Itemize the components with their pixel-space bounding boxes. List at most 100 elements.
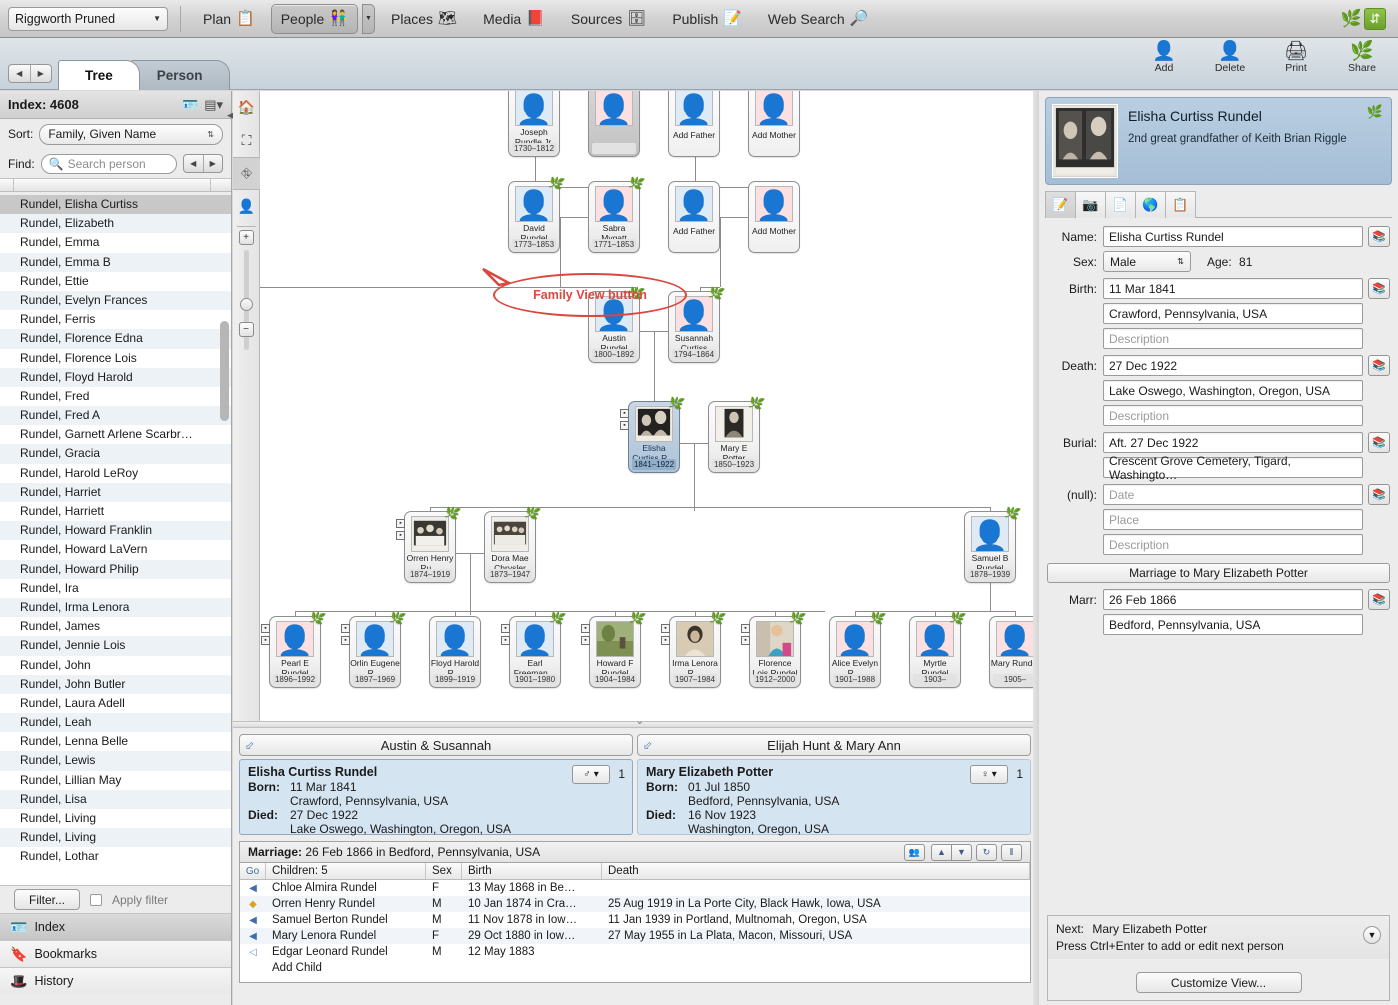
toolbar-people-button[interactable]: People 👫 — [270, 3, 358, 34]
list-item[interactable]: Rundel, John — [0, 656, 231, 675]
leaf-hint-icon[interactable]: 🌿 — [1367, 104, 1383, 120]
toolbar-places-button[interactable]: Places 🗺 — [381, 4, 467, 34]
death-description-field[interactable]: Description — [1103, 405, 1363, 426]
expand-relatives-icon[interactable]: ▪ — [501, 636, 510, 645]
list-item[interactable]: Rundel, Harriett — [0, 502, 231, 521]
pedigree-view-icon[interactable]: ⛶ — [233, 124, 260, 157]
jump-to-parents-icon[interactable]: ⬃ — [245, 739, 254, 752]
list-item[interactable]: Rundel, Howard Franklin — [0, 521, 231, 541]
expand-relatives-icon[interactable]: ▪ — [261, 624, 270, 633]
expand-relatives-icon[interactable]: ▪ — [741, 636, 750, 645]
media-tab-icon[interactable]: 📷 — [1075, 191, 1106, 218]
swap-icon[interactable]: ↻ — [976, 843, 997, 861]
list-item[interactable]: Rundel, Ira — [0, 579, 231, 598]
expand-relatives-icon[interactable]: ▪ — [261, 636, 270, 645]
list-item[interactable]: Rundel, Lenna Belle — [0, 732, 231, 751]
tree-person-node[interactable]: 👤 Pearl E Rundel 1896–1992 🌿 — [269, 609, 327, 688]
list-item[interactable]: Rundel, Ettie — [0, 272, 231, 291]
null-place-field[interactable]: Place — [1103, 509, 1363, 530]
list-item[interactable]: Rundel, Elisha Curtiss — [0, 195, 231, 215]
tree-diagram[interactable]: 👤 Joseph Rundle Jr. 1730–1812 👤 👤 Add Father… — [260, 91, 1037, 726]
tree-person-node[interactable]: Florence Lois Rundel 1912–2000 🌿 — [749, 609, 807, 688]
list-item[interactable]: Rundel, Elizabeth — [0, 214, 231, 234]
tree-person-node[interactable]: 👤 Orlin Eugene R… 1897–1969 🌿 — [349, 609, 407, 688]
list-item[interactable]: Rundel, Lisa — [0, 789, 231, 809]
list-item[interactable]: Rundel, Laura Adell — [0, 694, 231, 713]
husband-card[interactable]: Elisha Curtiss Rundel Born: 11 Mar 1841 … — [239, 759, 633, 836]
add-button[interactable]: 👤 Add — [1138, 41, 1190, 74]
home-icon[interactable]: 🏠 — [233, 91, 260, 124]
sidebar-tab-bookmarks[interactable]: 🔖 Bookmarks — [0, 940, 231, 967]
marriage-section-button[interactable]: Marriage to Mary Elizabeth Potter — [1047, 563, 1390, 583]
list-item[interactable]: Rundel, Living — [0, 828, 231, 848]
sort-select[interactable]: Family, Given Name ⇅ — [39, 123, 223, 145]
tree-person-node[interactable]: 👤 — [588, 91, 640, 157]
list-item[interactable]: Rundel, Harriet — [0, 482, 231, 502]
zoom-slider-knob[interactable] — [239, 298, 253, 311]
add-parent-node[interactable]: 👤 Add Father — [668, 181, 720, 253]
table-row[interactable]: ◀ Chloe Almira Rundel F 13 May 1868 in Be… — [240, 880, 1030, 896]
expand-relatives-icon[interactable]: ▪ — [741, 624, 750, 633]
children-table[interactable]: Go Children: 5 Sex Birth Death ◀ Chloe Al… — [239, 863, 1031, 983]
go-to-child-icon[interactable]: ◆ — [240, 899, 266, 910]
tree-person-node[interactable]: 👤 Myrtle Rundel 1903– 🌿 — [909, 609, 967, 688]
split-icon[interactable]: ⫴ — [1001, 843, 1022, 861]
tree-selector[interactable]: Riggworth Pruned ▼ — [8, 6, 168, 31]
go-to-child-icon[interactable]: ◀ — [240, 931, 266, 942]
notes-tab-icon[interactable]: 📄 — [1105, 191, 1136, 218]
go-to-child-icon[interactable]: ◀ — [240, 915, 266, 926]
expand-relatives-icon[interactable]: ▪ — [581, 636, 590, 645]
expand-relatives-icon[interactable]: ▪ — [661, 624, 670, 633]
list-item[interactable]: Rundel, Howard LaVern — [0, 540, 231, 559]
death-place-field[interactable]: Lake Oswego, Washington, Oregon, USA — [1103, 380, 1363, 401]
tree-person-node[interactable]: 👤 Joseph Rundle Jr. 1730–1812 — [508, 91, 560, 157]
toolbar-sources-button[interactable]: Sources 🗄 — [561, 4, 656, 34]
person-photo[interactable] — [1052, 104, 1118, 178]
tree-person-node[interactable]: Howard F Rundel 1904–1984 🌿 — [589, 609, 647, 688]
toolbar-web-search-button[interactable]: Web Search 🔎 — [758, 4, 878, 34]
list-item[interactable]: Rundel, Emma — [0, 233, 231, 252]
jump-to-parents-icon[interactable]: ⬃ — [643, 739, 652, 752]
list-item[interactable]: Rundel, Fred — [0, 387, 231, 406]
expand-relatives-icon[interactable]: ▪ — [661, 636, 670, 645]
add-child-row[interactable]: Add Child — [240, 960, 1030, 976]
chevron-down-icon[interactable]: ▼ — [1363, 926, 1381, 944]
toolbar-publish-button[interactable]: Publish 📝 — [662, 4, 752, 34]
list-item[interactable]: Rundel, Ferris — [0, 310, 231, 329]
list-item[interactable]: Rundel, Jennie Lois — [0, 636, 231, 656]
list-item[interactable]: Rundel, Lewis — [0, 751, 231, 771]
go-to-child-icon[interactable]: ◁ — [240, 947, 266, 958]
marr-place-field[interactable]: Bedford, Pennsylvania, USA — [1103, 614, 1363, 635]
list-item[interactable]: Rundel, Living — [0, 809, 231, 828]
tree-person-node[interactable]: 👤 Sabra Mygatt 1771–1853 🌿 — [588, 174, 646, 253]
marr-source-icon[interactable]: 📚 — [1368, 589, 1390, 610]
birth-place-field[interactable]: Crawford, Pennsylvania, USA — [1103, 303, 1363, 324]
delete-button[interactable]: 👤 Delete — [1204, 41, 1256, 74]
back-icon[interactable]: ◀ — [9, 65, 30, 82]
tree-person-node[interactable]: 👤 Alice Evelyn R… 1901–1988 🌿 — [829, 609, 887, 688]
web-tab-icon[interactable]: 🌎 — [1135, 191, 1166, 218]
burial-source-icon[interactable]: 📚 — [1368, 432, 1390, 453]
list-item[interactable]: Rundel, Emma B — [0, 252, 231, 272]
list-item[interactable]: Rundel, Howard Philip — [0, 559, 231, 579]
zoom-in-button[interactable]: + — [238, 230, 254, 245]
toolbar-media-button[interactable]: Media 📕 — [473, 4, 555, 34]
find-nav[interactable]: ◀ ▶ — [183, 154, 223, 173]
list-item[interactable]: Rundel, Fred A — [0, 406, 231, 426]
sidebar-tab-index[interactable]: 🪪 Index — [0, 913, 231, 940]
null-source-icon[interactable]: 📚 — [1368, 484, 1390, 505]
name-source-icon[interactable]: 📚 — [1368, 226, 1390, 247]
tree-person-node[interactable]: 👤 David Rundel 1773–1853 🌿 — [508, 174, 566, 253]
customize-view-button[interactable]: Customize View... — [1135, 972, 1302, 993]
share-button[interactable]: 🌿 Share — [1336, 41, 1388, 74]
find-next-icon[interactable]: ▶ — [202, 155, 223, 172]
tree-person-node[interactable]: 👤 Samuel B Rundel 1878–1939 🌿 — [964, 504, 1022, 583]
tree-person-node[interactable]: Elisha Curtiss R… 1841–1922 🌿 — [628, 394, 686, 473]
name-field[interactable]: Elisha Curtiss Rundel — [1103, 226, 1363, 247]
table-row[interactable]: ◁ Edgar Leonard Rundel M 12 May 1883 — [240, 944, 1030, 960]
history-nav[interactable]: ◀ ▶ — [8, 64, 52, 83]
expand-relatives-icon[interactable]: ▪ — [581, 624, 590, 633]
filter-button[interactable]: Filter... — [14, 889, 80, 910]
up-arrow-icon[interactable]: ▲ — [931, 843, 952, 861]
table-row[interactable]: ◆ Orren Henry Rundel M 10 Jan 1874 in Cra… 2… — [240, 896, 1030, 912]
